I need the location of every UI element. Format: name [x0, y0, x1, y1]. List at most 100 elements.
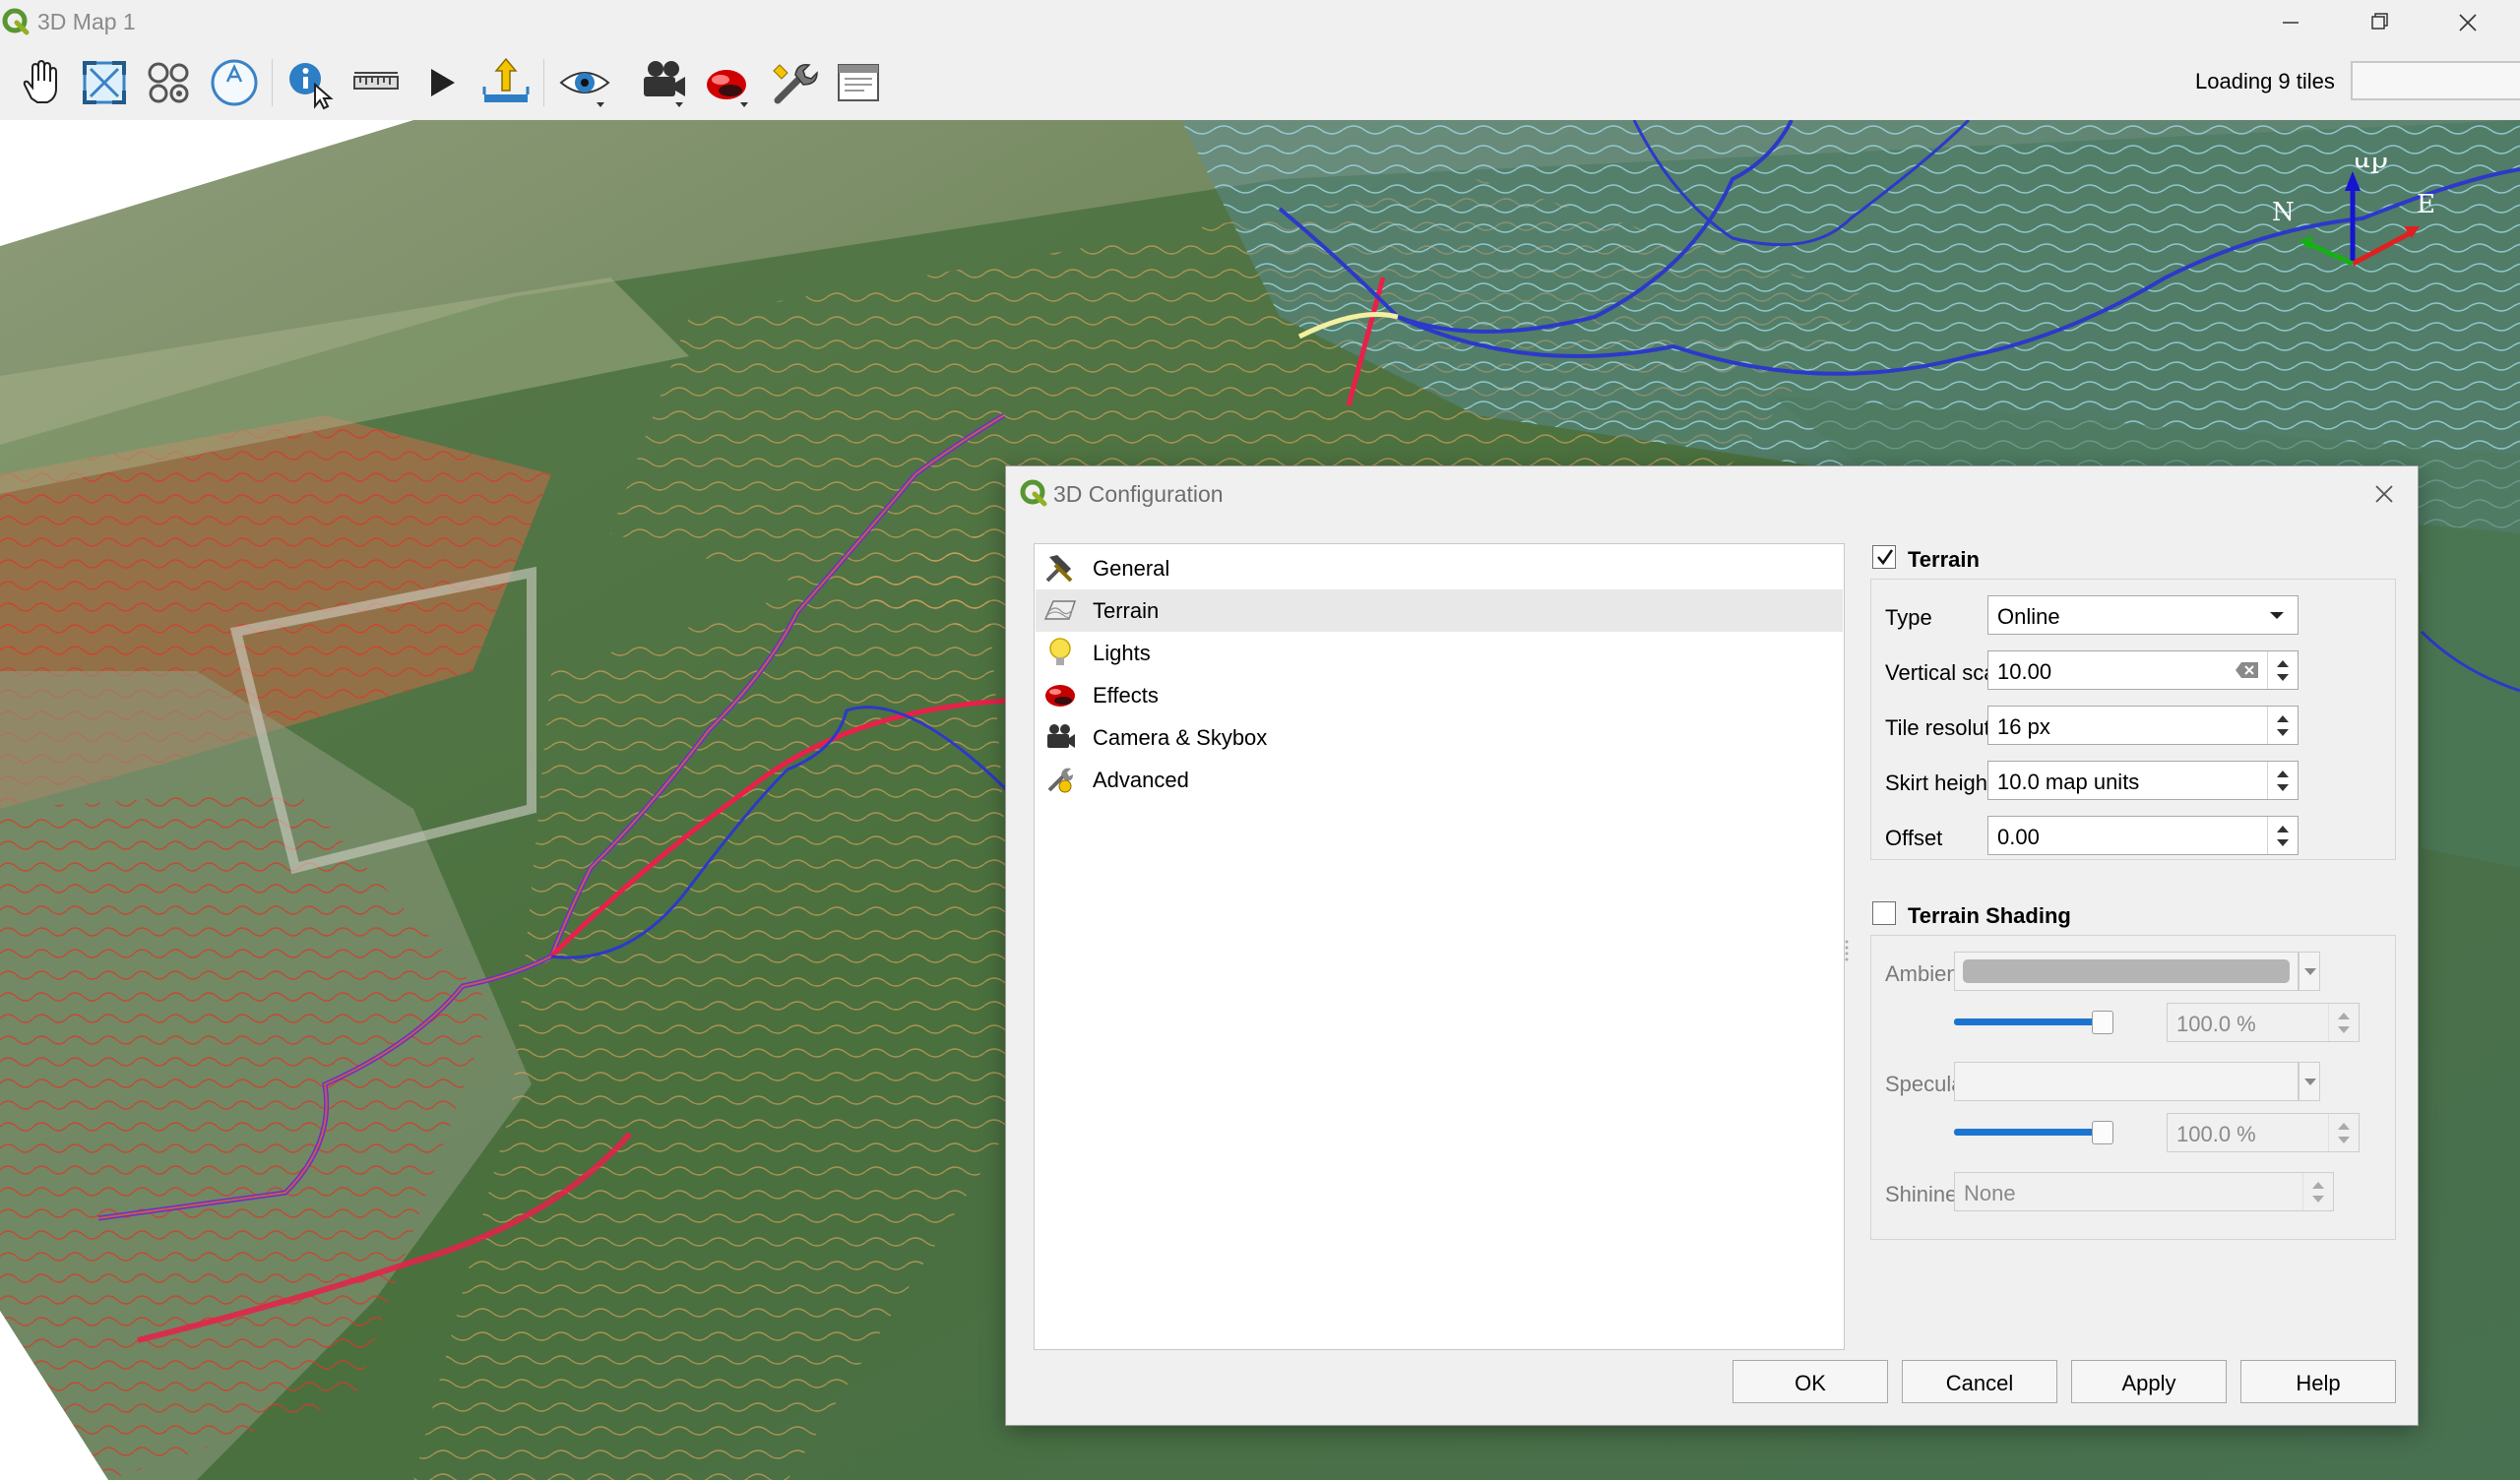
spin-down-icon: [2277, 674, 2289, 681]
chevron-down-icon: [2304, 1079, 2316, 1085]
toolbar-separator: [543, 59, 544, 106]
shininess-spinbox[interactable]: None: [1954, 1172, 2334, 1211]
north-button[interactable]: [207, 55, 262, 110]
specular-opacity-spinbox[interactable]: 100.0 %: [2167, 1113, 2360, 1152]
specular-opacity-slider[interactable]: [1954, 1129, 2102, 1136]
spin-down-icon: [2338, 1137, 2350, 1143]
export-scene-button[interactable]: [478, 55, 534, 110]
clear-field-icon[interactable]: [2235, 661, 2260, 679]
loading-progress-bar: [2351, 61, 2520, 100]
ok-button[interactable]: OK: [1732, 1360, 1888, 1403]
camera-view-button[interactable]: [557, 55, 612, 110]
3d-configuration-dialog: 3D Configuration General Terrain Lights: [1006, 466, 2418, 1425]
qgis-logo-icon: [2, 8, 30, 35]
list-item-effects[interactable]: Effects: [1036, 674, 1843, 716]
tile-resolution-spinbox[interactable]: 16 px: [1987, 706, 2299, 745]
specular-opacity-slider-handle[interactable]: [2092, 1121, 2113, 1144]
measure-icon: [353, 72, 399, 90]
spin-buttons[interactable]: [2328, 1114, 2359, 1151]
export-scene-icon: [482, 57, 530, 102]
identify-button[interactable]: [284, 55, 339, 110]
apply-button-label: Apply: [2121, 1371, 2176, 1395]
dock-window-icon: [838, 64, 879, 101]
camera-skybox-button[interactable]: [636, 55, 691, 110]
spin-down-icon: [2312, 1196, 2324, 1202]
measure-button[interactable]: [348, 55, 404, 110]
list-item-terrain[interactable]: Terrain: [1036, 589, 1843, 632]
list-item-label: Advanced: [1093, 768, 1189, 792]
list-item-label: Effects: [1093, 683, 1159, 708]
spin-buttons[interactable]: [2328, 1004, 2359, 1041]
spin-up-icon: [2338, 1013, 2350, 1019]
list-item-label: Camera & Skybox: [1093, 725, 1268, 750]
terrain-shading-checkbox[interactable]: [1872, 901, 1896, 925]
vertical-scale-value: 10.00: [1997, 659, 2052, 684]
spin-buttons[interactable]: [2302, 1173, 2333, 1210]
skirt-height-value: 10.0 map units: [1997, 770, 2140, 794]
splitter-handle[interactable]: [1843, 939, 1851, 964]
identify-icon: [289, 63, 334, 110]
axis-east-label: E: [2417, 190, 2435, 219]
pan-button[interactable]: [12, 55, 67, 110]
ambient-color-dropdown[interactable]: [2299, 952, 2320, 991]
spin-down-icon: [2277, 839, 2289, 846]
camera-icon: [1047, 724, 1075, 748]
spin-buttons[interactable]: [2267, 817, 2298, 854]
specular-color-button[interactable]: [1954, 1062, 2299, 1101]
animation-button[interactable]: [413, 55, 469, 110]
spin-down-icon: [2277, 729, 2289, 736]
ambient-opacity-value: 100.0 %: [2176, 1012, 2256, 1036]
restore-button[interactable]: [2335, 0, 2424, 45]
offset-spinbox[interactable]: 0.00: [1987, 816, 2299, 855]
window-titlebar: 3D Map 1: [0, 0, 2520, 45]
vertical-scale-spinbox[interactable]: 10.00: [1987, 650, 2299, 690]
ambient-opacity-spinbox[interactable]: 100.0 %: [2167, 1003, 2360, 1042]
toggle-nav-button[interactable]: [142, 55, 197, 110]
ambient-color-swatch: [1963, 959, 2290, 983]
help-button[interactable]: Help: [2240, 1360, 2396, 1403]
config-page-list: General Terrain Lights Effects Camera & …: [1034, 543, 1845, 1350]
configure-button[interactable]: [766, 55, 821, 110]
list-item-label: Lights: [1093, 641, 1151, 665]
minimize-icon: [2283, 22, 2299, 24]
cancel-button[interactable]: Cancel: [1902, 1360, 2057, 1403]
camera-view-icon: [559, 72, 610, 107]
specular-color-dropdown[interactable]: [2299, 1062, 2320, 1101]
spin-buttons[interactable]: [2267, 762, 2298, 799]
terrain-type-select[interactable]: Online: [1987, 595, 2299, 635]
list-item-general[interactable]: General: [1036, 547, 1843, 589]
camera-skybox-icon: [644, 61, 685, 107]
terrain-checkbox[interactable]: [1872, 545, 1896, 569]
list-item-advanced[interactable]: Advanced: [1036, 759, 1843, 801]
ambient-opacity-slider[interactable]: [1954, 1018, 2102, 1025]
zoom-full-button[interactable]: [77, 55, 132, 110]
terrain-icon: [1043, 600, 1077, 620]
minimize-button[interactable]: [2246, 0, 2335, 45]
spin-up-icon: [2277, 771, 2289, 777]
close-window-button[interactable]: [2424, 0, 2512, 45]
effects-icon: [707, 70, 748, 107]
ambient-opacity-slider-handle[interactable]: [2092, 1011, 2113, 1034]
checkmark-icon: [1877, 549, 1894, 566]
map-toolbar: Loading 9 tiles: [0, 45, 2520, 120]
ambient-color-button[interactable]: [1954, 952, 2299, 991]
dialog-close-button[interactable]: [2364, 474, 2404, 514]
north-arrow-icon: [211, 59, 258, 106]
dock-button[interactable]: [831, 55, 886, 110]
apply-button[interactable]: Apply: [2071, 1360, 2227, 1403]
specular-opacity-value: 100.0 %: [2176, 1122, 2256, 1146]
list-item-lights[interactable]: Lights: [1036, 632, 1843, 674]
close-icon: [2459, 14, 2477, 31]
specular-color-swatch: [1963, 1070, 2290, 1093]
shininess-value: None: [1964, 1181, 2016, 1205]
effects-button[interactable]: [701, 55, 756, 110]
list-item-camera-skybox[interactable]: Camera & Skybox: [1036, 716, 1843, 759]
terrain-type-value: Online: [1997, 604, 2060, 629]
spin-buttons[interactable]: [2267, 707, 2298, 744]
spin-buttons[interactable]: [2267, 651, 2298, 689]
skirt-height-spinbox[interactable]: 10.0 map units: [1987, 761, 2299, 800]
advanced-icon: [1047, 768, 1073, 793]
toolbar-separator: [272, 59, 273, 106]
axis-north-label: N: [2272, 198, 2295, 227]
offset-label: Offset: [1885, 826, 1943, 850]
